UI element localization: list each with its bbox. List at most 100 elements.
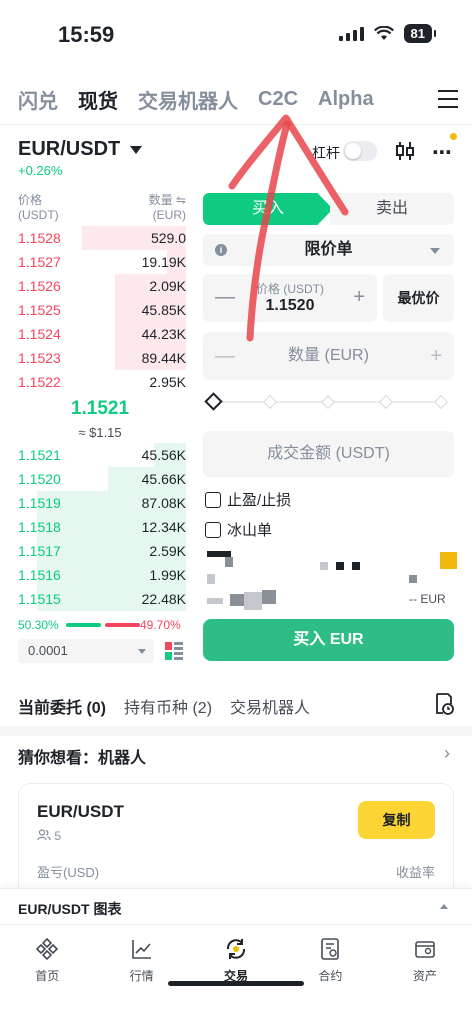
caret-down-icon[interactable] [130,146,142,154]
ask-row[interactable]: 1.1528 529.0 [0,226,200,250]
price-input[interactable]: — 价格 (USDT) 1.1520 + [203,274,377,322]
quantity-decrease-button[interactable]: — [215,332,235,380]
more-options-icon[interactable]: ⋯ [432,140,453,165]
tp-sl-checkbox[interactable] [205,491,221,508]
bid-row[interactable]: 1.1518 12.34K [0,515,200,539]
tab-trading-bots[interactable]: 交易机器人 [230,694,310,718]
orderbook-price-header: 价格 (USDT) [18,193,59,222]
orderbook-view-icon[interactable] [164,640,184,662]
caret-down-icon [138,649,146,654]
buy-ratio: 50.30% [18,618,59,632]
tab-assets[interactable]: 资产 [378,925,472,994]
bid-row[interactable]: 1.1516 1.99K [0,563,200,587]
best-price-button[interactable]: 最优价 [383,274,454,322]
home-indicator [168,981,304,986]
copy-bot-button[interactable]: 复制 [358,801,435,839]
order-type-select[interactable]: i 限价单 [203,234,454,266]
ask-row[interactable]: 1.1526 2.09K [0,274,200,298]
home-icon [36,937,59,961]
nav-tab-convert[interactable]: 闪兑 [18,85,58,114]
total-amount-input[interactable]: 成交金额 (USDT) [203,431,454,477]
chevron-right-icon[interactable]: › [444,743,450,764]
precision-select[interactable]: 0.0001 [18,639,154,663]
battery-indicator: 81 [403,24,437,43]
signal-icon [338,26,364,41]
bid-row[interactable]: 1.1515 22.48K [0,587,200,611]
sell-ratio-bar [105,623,140,627]
ask-row[interactable]: 1.1523 89.44K [0,346,200,370]
markets-icon [131,940,151,959]
nav-tab-c2c[interactable]: C2C [258,88,298,111]
caret-up-icon[interactable] [440,904,448,909]
leverage-label: 杠杆 [312,145,340,161]
buy-ratio-bar [66,623,101,627]
pnl-label: 盈亏(USD) [37,865,100,880]
chart-strip[interactable]: EUR/USDT 图表 [0,888,472,924]
slider-step-100[interactable] [433,394,449,410]
last-price[interactable]: 1.1521 [0,398,200,420]
tab-holdings[interactable]: 持有币种 (2) [124,694,212,718]
last-price-fiat: ≈ $1.15 [78,425,122,440]
order-history-icon[interactable] [434,692,454,716]
price-input-label: 价格 (USDT) [256,282,324,296]
ask-row[interactable]: 1.1527 19.19K [0,250,200,274]
roi-label: 收益率 [395,865,435,880]
status-icons: 81 [338,24,437,43]
status-time: 15:59 [58,22,115,47]
bid-row[interactable]: 1.1520 45.66K [0,467,200,491]
tab-sell[interactable]: 卖出 [330,193,454,225]
tab-open-orders[interactable]: 当前委托 (0) [18,694,106,718]
available-balance: -- EUR [409,592,446,606]
iceberg-option[interactable]: 冰山单 [205,519,272,540]
iceberg-checkbox[interactable] [205,521,221,538]
suggestion-title: 猜你想看：机器人 [18,750,147,767]
wallet-icon [415,941,435,958]
top-nav: 闪兑 现货 交易机器人 C2C Alpha [18,84,458,114]
slider-step-75[interactable] [378,394,394,410]
ask-row[interactable]: 1.1522 2.95K [0,370,200,394]
section-divider [0,726,472,736]
futures-icon [321,938,340,960]
price-increase-button[interactable]: + [353,286,365,309]
leverage-toggle[interactable] [343,141,377,161]
orderbook-qty-header[interactable]: 数量 ⇋ (EUR) [149,193,186,223]
slider-thumb[interactable] [204,392,223,411]
quantity-input[interactable]: — 数量 (EUR) + [203,332,454,380]
chart-strip-label: EUR/USDT 图表 [18,901,122,917]
bid-row[interactable]: 1.1519 87.08K [0,491,200,515]
nav-tab-spot[interactable]: 现货 [78,85,118,114]
slider-step-25[interactable] [262,394,278,410]
nav-divider [0,124,472,125]
bot-card-pair: EUR/USDT [37,802,124,821]
pair-symbol[interactable]: EUR/USDT [18,138,120,161]
bid-row[interactable]: 1.1521 45.56K [0,443,200,467]
orders-tabs: 当前委托 (0) 持有币种 (2) 交易机器人 [18,694,458,718]
nav-tab-trading-bots[interactable]: 交易机器人 [138,85,238,114]
trade-icon [227,939,246,959]
bid-row[interactable]: 1.1517 2.59K [0,539,200,563]
bot-card-users: 5 [37,829,61,843]
ask-row[interactable]: 1.1525 45.85K [0,298,200,322]
quantity-placeholder: 数量 (EUR) [288,347,369,364]
price-input-value[interactable]: 1.1520 [203,297,377,315]
buy-eur-button[interactable]: 买入 EUR [203,619,454,661]
ask-row[interactable]: 1.1524 44.23K [0,322,200,346]
info-icon[interactable]: i [215,244,227,256]
bottom-tab-bar: 首页 行情 交易 合约 资产 [0,924,472,994]
status-bar: 15:59 81 [0,0,472,70]
bot-card[interactable]: EUR/USDT 5 复制 盈亏(USD) 收益率 [18,783,454,903]
tp-sl-option[interactable]: 止盈/止损 [205,489,291,510]
menu-icon[interactable] [438,90,458,108]
sell-ratio: 49.70% [140,618,181,632]
pair-change: +0.26% [18,163,63,178]
tab-home[interactable]: 首页 [0,925,94,994]
nav-tab-alpha[interactable]: Alpha [318,88,374,111]
quantity-increase-button[interactable]: + [430,332,442,380]
tab-buy[interactable]: 买入 [203,193,333,225]
users-icon [37,829,51,841]
slider-step-50[interactable] [320,394,336,410]
candlestick-chart-icon[interactable] [394,140,416,162]
coin-badge [440,552,457,569]
amount-slider[interactable] [204,392,449,411]
notification-dot [450,133,457,140]
